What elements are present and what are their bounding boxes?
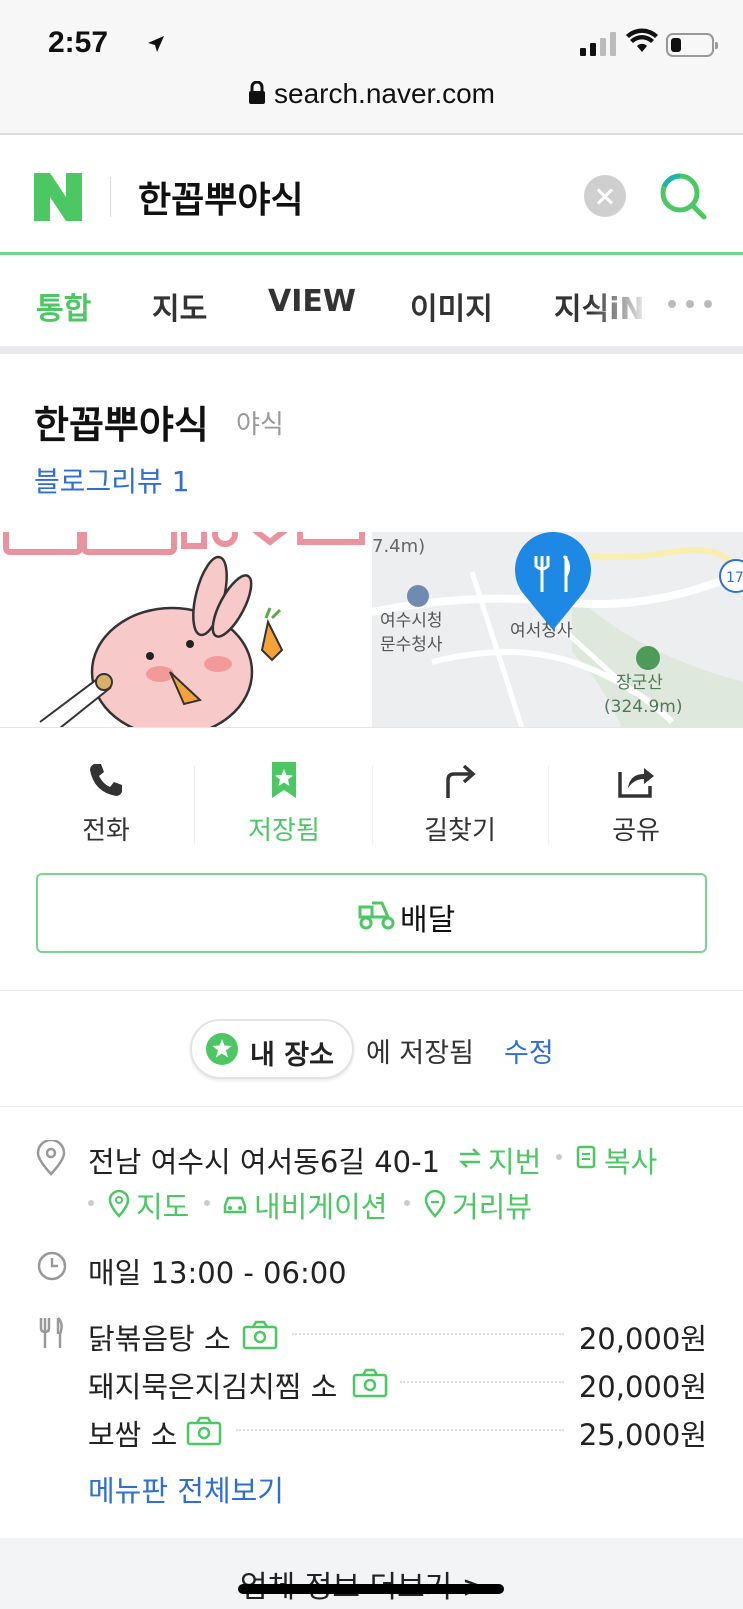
my-places-label: 내 장소	[250, 1040, 334, 1071]
directions-label: 길찾기	[424, 816, 496, 846]
search-input[interactable]: 한꼽뿌야식	[138, 171, 304, 223]
menu-item-name: 보쌈 소	[88, 1418, 178, 1452]
navigation-link[interactable]: 내비게이션	[254, 1184, 387, 1226]
signal-icon	[580, 30, 616, 56]
menu-item-price: 25,000원	[578, 1418, 707, 1452]
map-link[interactable]: 지도	[136, 1184, 189, 1226]
menu-item-price: 20,000원	[578, 1322, 707, 1356]
camera-icon[interactable]	[242, 1320, 278, 1350]
business-hours[interactable]: 매일 13:00 - 06:00	[88, 1250, 347, 1292]
divider	[110, 177, 111, 217]
share-icon	[618, 768, 654, 798]
bookmark-icon	[272, 762, 296, 798]
more-tabs-icon[interactable]	[668, 300, 712, 308]
home-indicator[interactable]	[238, 1584, 504, 1594]
action-bar: 전화 저장됨 길찾기 공유	[0, 760, 743, 850]
place-photo[interactable]	[0, 532, 372, 727]
tab-view[interactable]: VIEW	[268, 284, 356, 319]
map-label: 7.4m)	[372, 536, 425, 557]
menu-item-name: 닭볶음탕 소	[88, 1322, 231, 1356]
search-tabs: 통합 지도 VIEW 이미지 지식iN	[0, 258, 743, 354]
directions-icon	[446, 764, 476, 798]
map-label: 장군산	[616, 673, 663, 693]
view-full-menu-link[interactable]: 메뉴판 전체보기	[88, 1468, 284, 1510]
status-bar: 2:57 search.naver.com	[0, 0, 743, 135]
copy-link[interactable]: 복사	[604, 1139, 657, 1181]
map-pin-outline-icon	[108, 1190, 130, 1218]
wifi-icon	[626, 28, 658, 52]
menu-item-price: 20,000원	[578, 1370, 707, 1404]
lot-address-link[interactable]: 지번	[488, 1139, 541, 1181]
menu-item-name: 돼지묵은지김치찜 소	[88, 1370, 338, 1404]
location-map[interactable]: 7.4m) 여수시청 문수청사 여서청사 장군산 (324.9m) 17	[372, 532, 743, 727]
saved-button[interactable]: 저장됨	[196, 760, 372, 850]
street-view-icon	[424, 1190, 446, 1218]
clock-icon	[37, 1251, 67, 1281]
search-icon[interactable]	[658, 171, 710, 223]
delivery-button[interactable]: 배달	[36, 873, 707, 953]
saved-label: 저장됨	[248, 816, 320, 846]
call-button[interactable]: 전화	[18, 760, 194, 850]
map-label: (324.9m)	[604, 697, 683, 717]
search-header: 한꼽뿌야식	[0, 137, 743, 255]
camera-icon[interactable]	[352, 1368, 388, 1398]
lock-icon	[249, 81, 265, 104]
street-view-link[interactable]: 거리뷰	[452, 1184, 532, 1226]
star-icon	[206, 1033, 238, 1065]
map-label: 문수청사	[380, 635, 443, 655]
saved-status-text: 에 저장됨	[366, 1038, 474, 1069]
phone-icon	[90, 764, 122, 796]
map-label: 17	[726, 570, 743, 586]
url-text: search.naver.com	[274, 78, 495, 109]
place-category: 야식	[236, 410, 284, 440]
clear-search-button[interactable]	[584, 175, 626, 217]
more-info-button[interactable]: 업체 정보 더보기 >	[0, 1538, 743, 1609]
place-name[interactable]: 한꼽뿌야식	[34, 394, 209, 449]
tab-image[interactable]: 이미지	[410, 284, 493, 328]
clock: 2:57	[48, 26, 109, 59]
copy-icon	[576, 1145, 596, 1169]
naver-logo-icon[interactable]	[34, 173, 82, 221]
directions-button[interactable]: 길찾기	[372, 760, 548, 850]
map-label: 여서청사	[510, 621, 573, 641]
share-label: 공유	[612, 816, 660, 846]
location-arrow-icon	[148, 36, 164, 52]
battery-icon	[666, 33, 718, 57]
camera-icon[interactable]	[186, 1416, 222, 1446]
my-places-chip[interactable]: 내 장소	[190, 1019, 354, 1079]
call-label: 전화	[82, 816, 130, 846]
location-pin-icon	[36, 1140, 66, 1176]
map-label: 여수시청	[380, 611, 443, 631]
place-images: 7.4m) 여수시청 문수청사 여서청사 장군산 (324.9m) 17	[0, 532, 743, 728]
navigation-car-icon	[223, 1196, 247, 1214]
tab-integrated[interactable]: 통합	[36, 284, 91, 328]
blog-review-link[interactable]: 블로그리뷰 1	[34, 460, 190, 500]
swap-icon	[458, 1148, 482, 1168]
delivery-scooter-icon	[358, 901, 395, 930]
utensils-icon	[39, 1317, 63, 1348]
share-button[interactable]: 공유	[548, 760, 724, 850]
delivery-label: 배달	[400, 903, 456, 938]
address-text: 전남 여수시 여서동6길 40-1	[88, 1145, 441, 1179]
tab-map[interactable]: 지도	[152, 284, 207, 328]
edit-link[interactable]: 수정	[504, 1031, 554, 1070]
address-bar[interactable]: search.naver.com	[0, 78, 743, 110]
